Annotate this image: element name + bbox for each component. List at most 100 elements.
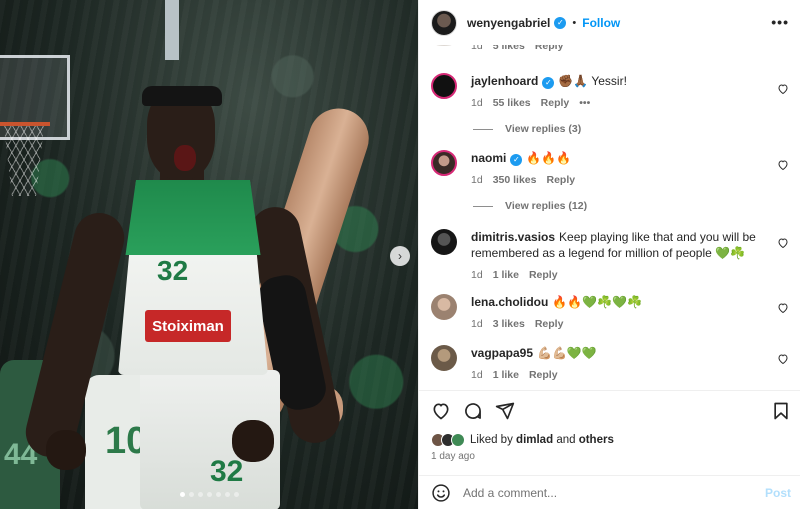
comment-time: 1d <box>471 174 483 186</box>
comment-username[interactable]: lena.cholidou <box>471 295 548 309</box>
comment-likes[interactable]: 350 likes <box>493 172 537 188</box>
comment-body: naomi ✓ 🔥🔥🔥 1d 350 likes Reply <box>471 150 789 188</box>
comment-item: dimitris.vasios Keep playing like that an… <box>431 229 789 283</box>
comment-item: vagpapa95 💪🏼💪🏼💚💚 1d 1 like Reply <box>431 345 789 383</box>
comment-icon[interactable] <box>463 401 483 421</box>
comment-item: naomi ✓ 🔥🔥🔥 1d 350 likes Reply <box>431 150 789 188</box>
post-photo: 44 10 32 32 Stoiximan › <box>0 0 418 509</box>
comment-body: vagpapa95 💪🏼💪🏼💚💚 1d 1 like Reply <box>471 345 789 383</box>
carousel-dot[interactable] <box>179 492 185 497</box>
bookmark-icon[interactable] <box>771 401 791 421</box>
comment-text: ✊🏾🙏🏾 Yessir! <box>558 74 627 88</box>
comment-text: 🔥🔥🔥 <box>526 151 572 165</box>
carousel-dot[interactable] <box>215 492 221 497</box>
comment-time: 1d <box>471 318 483 330</box>
player-left-fist <box>46 430 86 470</box>
hoop-rim <box>0 118 50 126</box>
heart-icon[interactable] <box>777 302 789 314</box>
view-replies-button[interactable]: View replies (12) <box>473 200 587 212</box>
avatar[interactable] <box>431 345 457 371</box>
post-header: wenyengabriel ✓ • Follow ••• <box>419 0 800 45</box>
carousel-next-button[interactable]: › <box>390 246 410 266</box>
comment-item: jaylenhoard ✓ ✊🏾🙏🏾 Yessir! 1d 55 likes Rep… <box>431 73 789 111</box>
follow-button[interactable]: Follow <box>582 16 620 30</box>
action-icons <box>431 401 515 421</box>
comment-likes[interactable]: 55 likes <box>493 95 531 111</box>
avatar[interactable] <box>431 73 457 99</box>
liked-by-joiner: and <box>556 434 576 446</box>
view-replies-button[interactable]: View replies (3) <box>473 123 581 135</box>
post-timestamp[interactable]: 1 day ago <box>431 451 475 462</box>
comment-time: 1d <box>471 97 483 109</box>
comment-likes[interactable]: 1 like <box>493 267 519 283</box>
comment-likes[interactable]: 3 likes <box>493 316 525 332</box>
shorts-number: 32 <box>210 455 244 488</box>
reply-button[interactable]: Reply <box>541 95 570 111</box>
replies-divider <box>473 205 493 207</box>
verified-icon: ✓ <box>510 154 523 166</box>
comment-username[interactable]: dimitris.vasios <box>471 230 555 244</box>
avatar <box>451 433 465 447</box>
reply-button[interactable]: Reply <box>546 172 575 188</box>
comment-time: 1d <box>471 269 483 281</box>
post-comment-button[interactable]: Post <box>765 486 791 500</box>
heart-icon[interactable] <box>431 401 451 421</box>
comment-body: jaylenhoard ✓ ✊🏾🙏🏾 Yessir! 1d 55 likes Rep… <box>471 73 789 111</box>
emoji-icon[interactable] <box>431 483 451 503</box>
carousel-dot[interactable] <box>206 492 212 497</box>
jersey-green-panel <box>125 180 261 255</box>
view-replies-label: View replies (3) <box>505 123 582 135</box>
more-icon[interactable]: ••• <box>579 95 590 111</box>
liked-by-prefix: Liked by <box>470 434 513 446</box>
comment-item: lena.cholidou 🔥🔥💚☘️💚☘️ 1d 3 likes Reply <box>431 294 789 332</box>
comment-username[interactable]: vagpapa95 <box>471 346 533 360</box>
carousel-dot[interactable] <box>188 492 194 497</box>
post-actions: Liked by dimlad and others 1 day ago Pos… <box>419 390 800 509</box>
carousel-dots <box>0 492 418 497</box>
comment-body: lena.cholidou 🔥🔥💚☘️💚☘️ 1d 3 likes Reply <box>471 294 789 332</box>
comment-text: 💪🏼💪🏼💚💚 <box>537 346 597 360</box>
comment-text: 🔥🔥💚☘️💚☘️ <box>552 295 642 309</box>
separator-dot: • <box>572 16 577 29</box>
verified-icon: ✓ <box>554 16 567 29</box>
comment-likes[interactable]: 1 like <box>493 367 519 383</box>
reply-button[interactable]: Reply <box>529 267 558 283</box>
reply-button[interactable]: Reply <box>529 367 558 383</box>
carousel-dot[interactable] <box>197 492 203 497</box>
liked-by-summary: Liked by dimlad and others <box>431 433 614 447</box>
more-icon[interactable]: ••• <box>771 14 789 30</box>
instagram-post-modal: 44 10 32 32 Stoiximan › wenyengabriel ✓ … <box>0 0 800 509</box>
player-headband <box>142 86 222 106</box>
player-right-fist <box>232 420 274 462</box>
avatar[interactable] <box>431 229 457 255</box>
avatar[interactable] <box>431 150 457 176</box>
comment-username[interactable]: naomi <box>471 151 506 165</box>
avatar[interactable] <box>431 9 457 36</box>
bookmark-button[interactable] <box>771 401 791 424</box>
jersey-sponsor-logo: Stoiximan <box>145 310 231 342</box>
comment-time: 1d <box>471 369 483 381</box>
comment-body: dimitris.vasios Keep playing like that an… <box>471 229 789 283</box>
carousel-dot[interactable] <box>224 492 230 497</box>
heart-icon[interactable] <box>777 237 789 249</box>
reply-button[interactable]: Reply <box>535 316 564 332</box>
comment-input[interactable] <box>463 486 753 500</box>
comment-username[interactable]: jaylenhoard <box>471 74 538 88</box>
player-mouth <box>174 145 196 171</box>
heart-icon[interactable] <box>777 353 789 365</box>
verified-icon: ✓ <box>542 77 555 89</box>
post-author-username[interactable]: wenyengabriel <box>467 16 550 30</box>
liked-by-user[interactable]: dimlad <box>516 434 553 446</box>
carousel-dot[interactable] <box>233 492 239 497</box>
avatar[interactable] <box>431 294 457 320</box>
view-replies-label: View replies (12) <box>505 200 588 212</box>
share-icon[interactable] <box>495 401 515 421</box>
hoop-pole <box>165 0 179 60</box>
chevron-right-icon: › <box>398 249 402 263</box>
replies-divider <box>473 128 493 130</box>
heart-icon[interactable] <box>777 83 789 95</box>
liked-by-text: Liked by dimlad and others <box>470 434 614 446</box>
liked-by-others[interactable]: others <box>579 434 614 446</box>
heart-icon[interactable] <box>777 159 789 171</box>
add-comment-bar: Post <box>419 475 800 509</box>
